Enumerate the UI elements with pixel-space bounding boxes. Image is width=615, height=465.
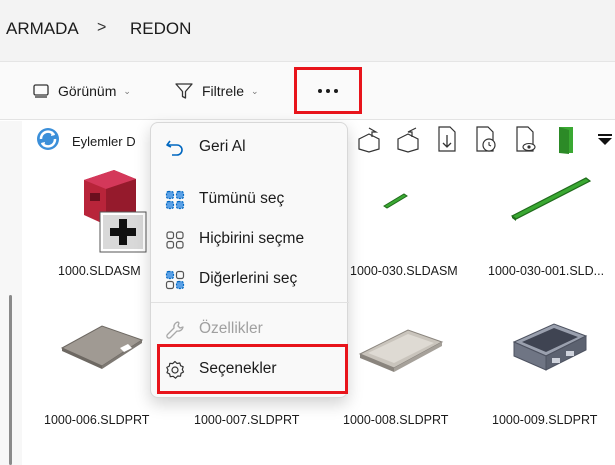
preview-icon[interactable] [514,125,540,155]
wrench-icon [166,321,184,339]
part-thumbnail[interactable] [508,172,594,224]
command-bar: Görünüm ⌄ Filtrele ⌄ [0,62,615,120]
file-name[interactable]: 1000-009.SLDPRT [492,413,597,427]
assembly-thumbnail[interactable] [380,188,410,214]
undo-icon [166,140,183,156]
refresh-icon[interactable] [34,125,62,153]
part-thumbnail[interactable] [508,312,590,378]
more-options-button[interactable] [294,67,362,114]
menu-item-label: Geri Al [199,138,246,155]
menu-item-label: Hiçbirini seçme [199,230,305,247]
file-name[interactable]: 1000-006.SLDPRT [44,413,149,427]
file-name[interactable]: 1000-007.SLDPRT [194,413,299,427]
checkin-icon[interactable] [396,125,422,153]
menu-separator [151,302,349,303]
view-button[interactable]: Görünüm ⌄ [32,79,131,103]
monitor-icon [33,84,49,98]
file-name[interactable]: 1000-030.SLDASM [350,264,458,278]
breadcrumb-separator: > [97,19,107,36]
file-name[interactable]: 1000-008.SLDPRT [343,413,448,427]
select-all-icon [165,190,185,210]
dropdown-arrow-icon[interactable] [596,133,614,147]
funnel-icon [175,83,193,99]
history-icon[interactable] [474,125,500,155]
breadcrumb: ARMADA > REDON [0,0,615,62]
left-scrollbar-thumb[interactable] [9,295,12,465]
select-none-icon [166,231,184,249]
menu-item-select-all[interactable]: Tümünü seç [151,181,349,217]
filter-button-label: Filtrele [202,83,245,99]
assembly-thumbnail[interactable] [74,165,150,255]
highlight-box [157,344,348,394]
chevron-down-icon: ⌄ [123,85,131,96]
menu-item-label: Tümünü seç [199,190,285,207]
actions-menu-label[interactable]: Eylemler D [72,134,136,149]
part-thumbnail[interactable] [356,318,448,374]
filter-button[interactable]: Filtrele ⌄ [174,79,259,103]
menu-item-properties: Özellikler [151,311,349,347]
green-door-icon[interactable] [556,124,578,156]
get-latest-icon[interactable] [436,125,460,155]
menu-item-invert-selection[interactable]: Diğerlerini seç [151,261,349,297]
menu-item-label: Özellikler [199,320,263,337]
breadcrumb-item-redon[interactable]: REDON [130,19,191,39]
file-name[interactable]: 1000-030-001.SLD... [488,264,604,278]
checkout-icon[interactable] [357,125,383,153]
more-dots-icon [318,88,338,93]
part-thumbnail[interactable] [58,318,148,374]
invert-selection-icon [165,270,185,290]
breadcrumb-item-armada[interactable]: ARMADA [6,19,79,39]
file-explorer-window: ARMADA > REDON Görünüm ⌄ Filtrele ⌄ Eyle… [0,0,615,465]
view-button-label: Görünüm [58,83,117,99]
chevron-down-icon: ⌄ [251,85,259,96]
menu-item-undo[interactable]: Geri Al [151,129,349,165]
file-name[interactable]: 1000.SLDASM [58,264,141,278]
menu-item-label: Diğerlerini seç [199,270,298,287]
menu-item-select-none[interactable]: Hiçbirini seçme [151,221,349,257]
